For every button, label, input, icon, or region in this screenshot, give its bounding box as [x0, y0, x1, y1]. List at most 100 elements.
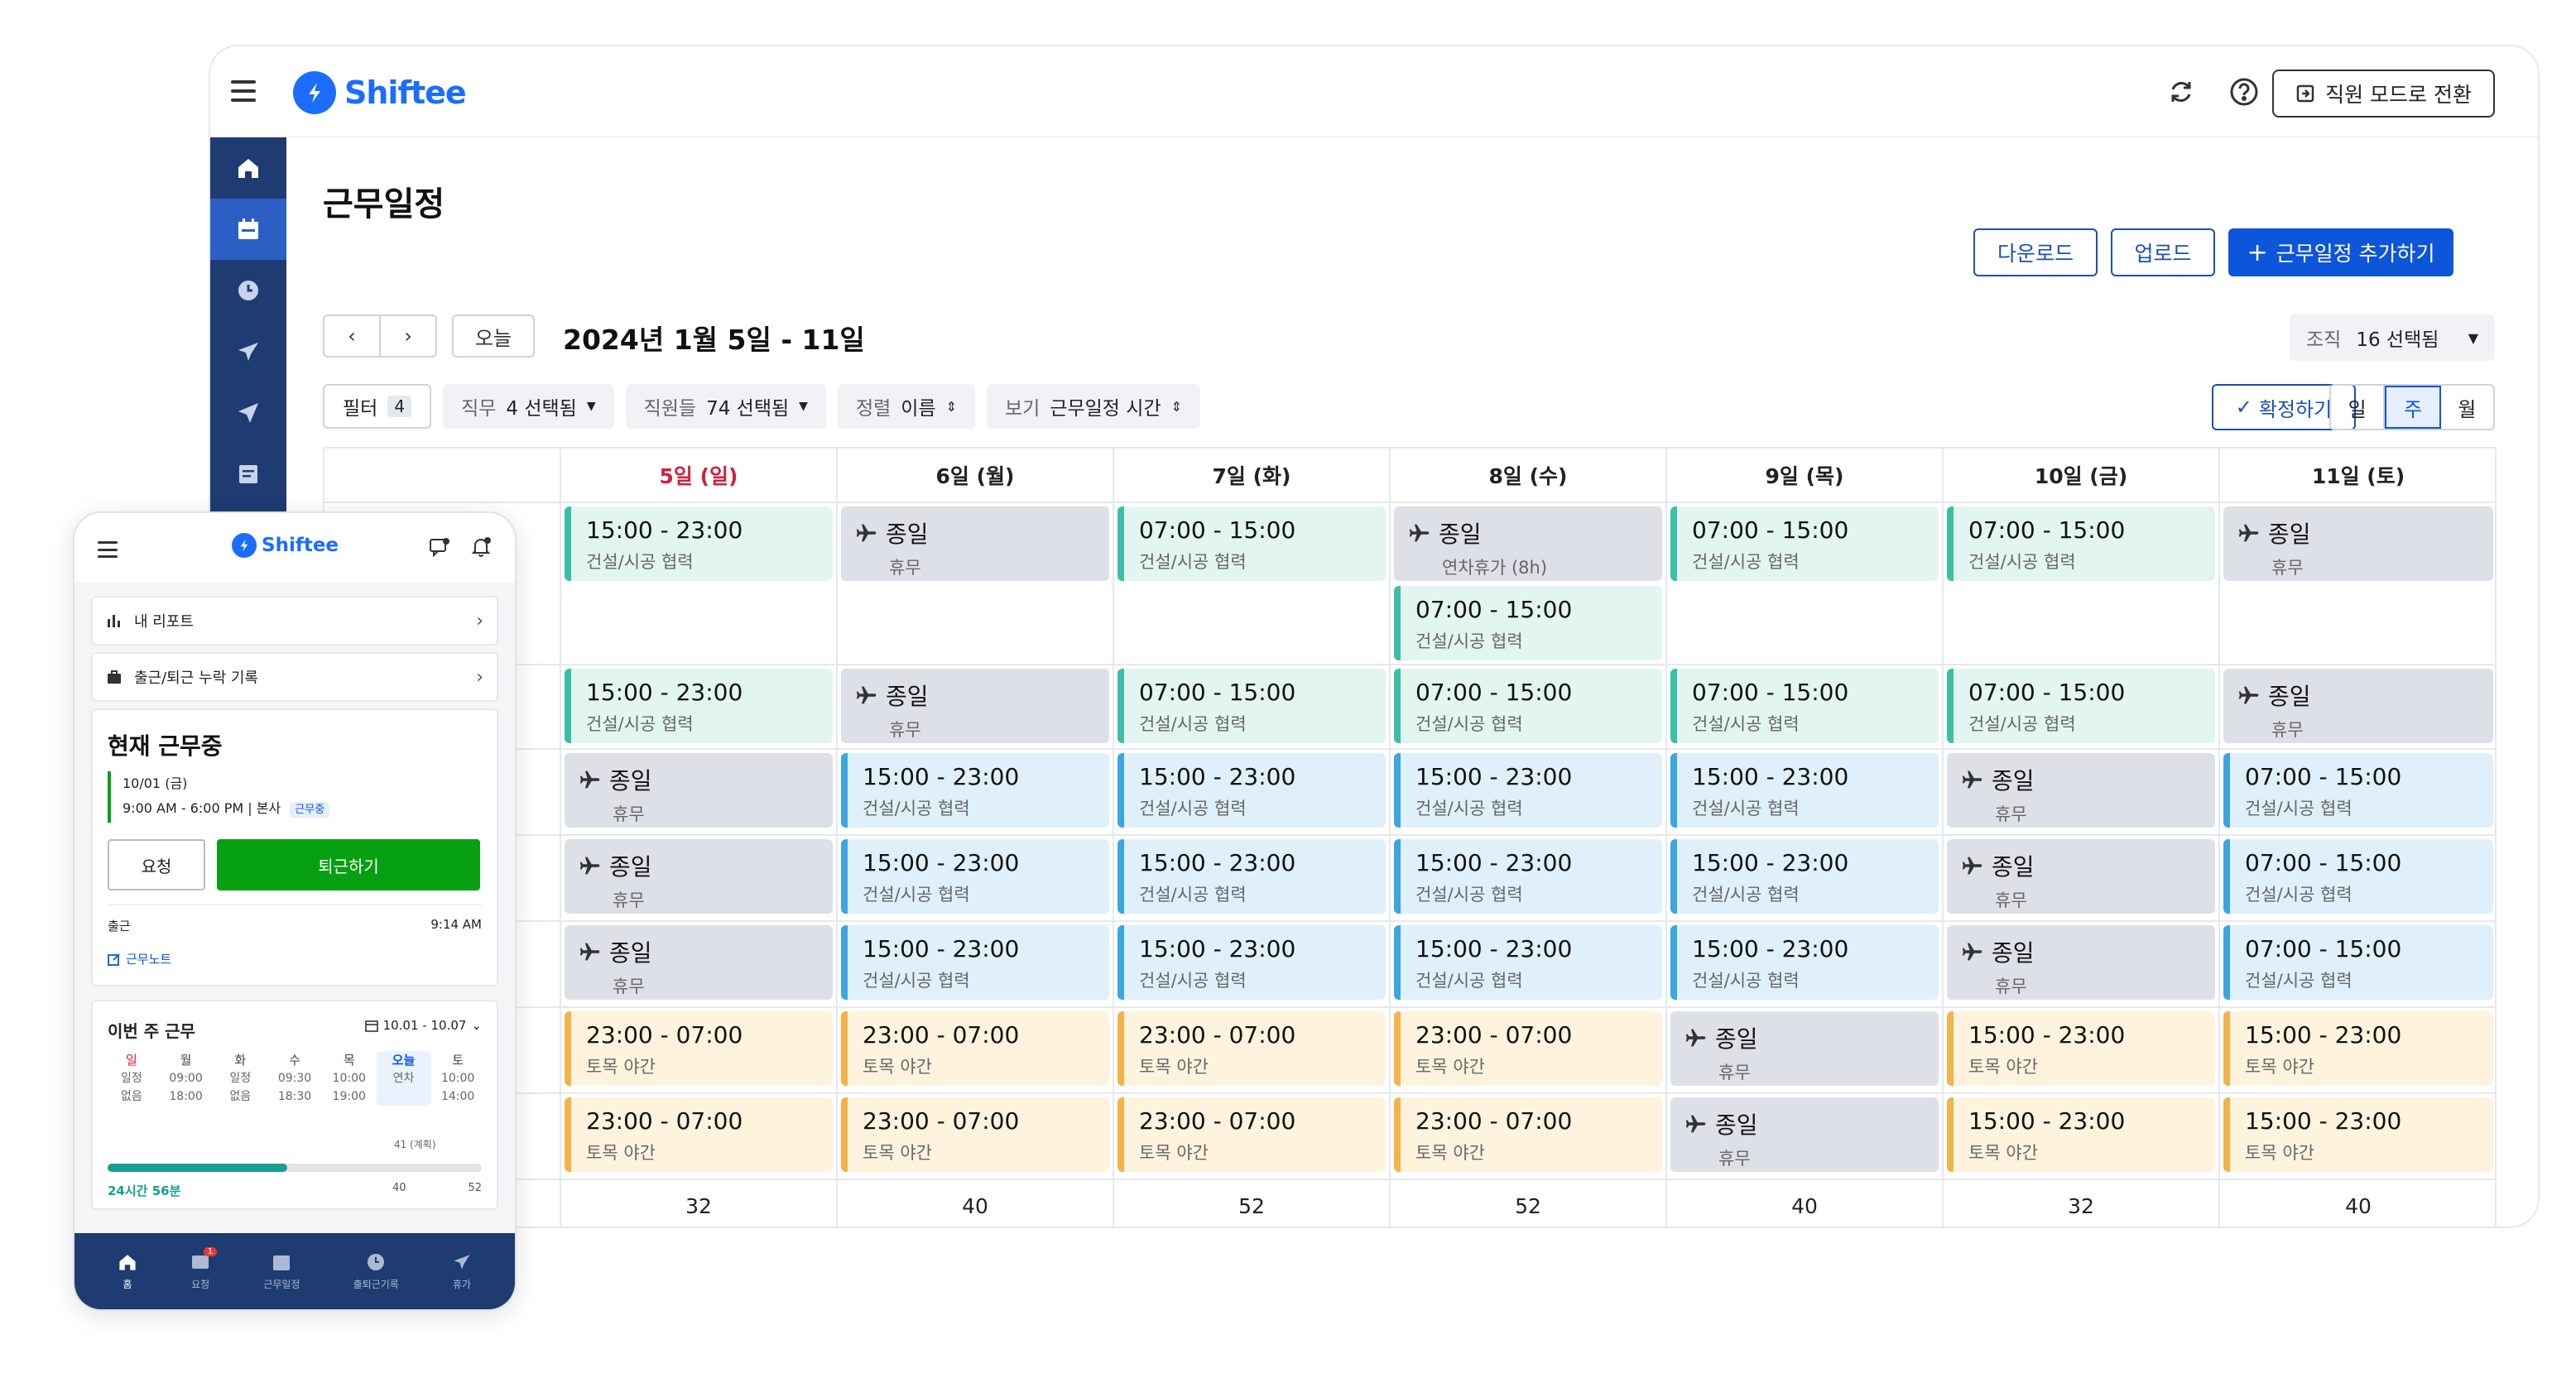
schedule-cell[interactable]: 종일 휴무: [838, 503, 1114, 664]
week-range-select[interactable]: 10.01 - 10.07 ⌄: [364, 1018, 482, 1033]
sidebar-item-requests[interactable]: [210, 382, 286, 444]
shift-block[interactable]: 07:00 - 15:00 건설/시공 협력: [1670, 506, 1939, 581]
shift-block[interactable]: 15:00 - 23:00 건설/시공 협력: [1117, 839, 1386, 914]
message-icon[interactable]: [429, 536, 450, 558]
schedule-cell[interactable]: 07:00 - 15:00 건설/시공 협력: [1114, 503, 1391, 664]
schedule-cell[interactable]: 종일 휴무: [2220, 665, 2497, 748]
shift-block[interactable]: 07:00 - 15:00 건설/시공 협력: [2223, 839, 2493, 914]
schedule-cell[interactable]: 07:00 - 15:00 건설/시공 협력: [1944, 665, 2220, 748]
schedule-cell[interactable]: 15:00 - 23:00 건설/시공 협력: [1667, 750, 1944, 834]
bell-icon[interactable]: [470, 536, 492, 558]
brand-logo[interactable]: Shiftee: [293, 71, 467, 114]
day-off-block[interactable]: 종일 휴무: [565, 925, 833, 1000]
shift-block[interactable]: 15:00 - 23:00 건설/시공 협력: [1117, 753, 1386, 828]
shift-block[interactable]: 15:00 - 23:00 건설/시공 협력: [1670, 925, 1939, 1000]
schedule-cell[interactable]: 15:00 - 23:00 토목 야간: [2220, 1008, 2497, 1092]
sidebar-item-leave[interactable]: [210, 321, 286, 382]
schedule-cell[interactable]: 15:00 - 23:00 건설/시공 협력: [1114, 922, 1391, 1006]
schedule-cell[interactable]: 23:00 - 07:00 토목 야간: [1114, 1008, 1391, 1092]
schedule-cell[interactable]: 07:00 - 15:00 건설/시공 협력: [2220, 922, 2497, 1006]
week-day[interactable]: 일 일정 없음: [104, 1051, 159, 1106]
schedule-cell[interactable]: 종일 휴무: [561, 836, 838, 920]
shift-block[interactable]: 15:00 - 23:00 건설/시공 협력: [1117, 925, 1386, 1000]
week-day[interactable]: 목 10:00 19:00: [322, 1051, 377, 1106]
schedule-cell[interactable]: 종일 휴무: [561, 922, 838, 1006]
schedule-cell[interactable]: 23:00 - 07:00 토목 야간: [1391, 1008, 1667, 1092]
shift-block[interactable]: 15:00 - 23:00 건설/시공 협력: [565, 506, 833, 581]
shift-block[interactable]: 23:00 - 07:00 토목 야간: [565, 1011, 833, 1086]
schedule-cell[interactable]: 종일 휴무: [561, 750, 838, 834]
schedule-cell[interactable]: 07:00 - 15:00 건설/시공 협력: [1391, 665, 1667, 748]
schedule-cell[interactable]: 07:00 - 15:00 건설/시공 협력: [2220, 750, 2497, 834]
day-off-block[interactable]: 종일 연차휴가 (8h): [1394, 506, 1662, 581]
request-button[interactable]: 요청: [108, 839, 205, 891]
schedule-cell[interactable]: 15:00 - 23:00 건설/시공 협력: [1667, 836, 1944, 920]
shift-block[interactable]: 23:00 - 07:00 토목 야간: [565, 1097, 833, 1172]
shift-block[interactable]: 07:00 - 15:00 건설/시공 협력: [2223, 925, 2493, 1000]
switch-to-employee-mode-button[interactable]: 직원 모드로 전환: [2272, 70, 2495, 118]
week-day[interactable]: 토 10:00 14:00: [430, 1051, 485, 1106]
tab-leave[interactable]: 휴가: [452, 1252, 472, 1291]
next-week-button[interactable]: ›: [379, 314, 437, 358]
day-off-block[interactable]: 종일 휴무: [841, 506, 1109, 581]
schedule-cell[interactable]: 23:00 - 07:00 토목 야간: [838, 1008, 1114, 1092]
sort-select[interactable]: 정렬 이름 ⇕: [837, 384, 975, 429]
shift-block[interactable]: 23:00 - 07:00 토목 야간: [1394, 1011, 1662, 1086]
schedule-cell[interactable]: 07:00 - 15:00 건설/시공 협력: [2220, 836, 2497, 920]
schedule-cell[interactable]: 23:00 - 07:00 토목 야간: [561, 1008, 838, 1092]
sidebar-item-attendance[interactable]: [210, 260, 286, 321]
view-week-button[interactable]: 주: [2385, 386, 2441, 429]
shift-block[interactable]: 23:00 - 07:00 토목 야간: [1394, 1097, 1662, 1172]
schedule-cell[interactable]: 15:00 - 23:00 건설/시공 협력: [1391, 836, 1667, 920]
shift-block[interactable]: 15:00 - 23:00 건설/시공 협력: [1394, 753, 1662, 828]
schedule-cell[interactable]: 종일 휴무: [1944, 836, 2220, 920]
shift-block[interactable]: 07:00 - 15:00 건설/시공 협력: [1394, 586, 1662, 660]
mobile-hamburger-menu-icon[interactable]: [98, 541, 118, 558]
missing-log-link[interactable]: 출근/퇴근 누락 기록 ›: [91, 652, 498, 702]
week-day[interactable]: 월 09:00 18:00: [159, 1051, 214, 1106]
day-off-block[interactable]: 종일 휴무: [1947, 925, 2215, 1000]
schedule-cell[interactable]: 15:00 - 23:00 건설/시공 협력: [1391, 922, 1667, 1006]
shift-block[interactable]: 23:00 - 07:00 토목 야간: [841, 1011, 1109, 1086]
shift-block[interactable]: 15:00 - 23:00 건설/시공 협력: [841, 839, 1109, 914]
today-button[interactable]: 오늘: [452, 314, 535, 358]
shift-block[interactable]: 23:00 - 07:00 토목 야간: [1117, 1011, 1386, 1086]
my-report-link[interactable]: 내 리포트 ›: [91, 596, 498, 646]
tab-home[interactable]: 홈: [118, 1252, 137, 1291]
schedule-cell[interactable]: 종일 연차휴가 (8h) 07:00 - 15:00 건설/시공 협력: [1391, 503, 1667, 664]
week-day[interactable]: 오늘 연차: [376, 1051, 431, 1106]
shift-block[interactable]: 07:00 - 15:00 건설/시공 협력: [1117, 506, 1386, 581]
schedule-cell[interactable]: 15:00 - 23:00 건설/시공 협력: [1391, 750, 1667, 834]
day-off-block[interactable]: 종일 휴무: [2223, 669, 2493, 743]
upload-button[interactable]: 업로드: [2111, 228, 2215, 276]
schedule-cell[interactable]: 15:00 - 23:00 건설/시공 협력: [1667, 922, 1944, 1006]
add-schedule-button[interactable]: + 근무일정 추가하기: [2228, 228, 2453, 276]
shift-block[interactable]: 15:00 - 23:00 토목 야간: [2223, 1011, 2493, 1086]
schedule-cell[interactable]: 15:00 - 23:00 건설/시공 협력: [838, 922, 1114, 1006]
schedule-cell[interactable]: 07:00 - 15:00 건설/시공 협력: [1667, 503, 1944, 664]
staff-filter[interactable]: 직원들 74 선택됨 ▼: [625, 384, 826, 429]
schedule-cell[interactable]: 23:00 - 07:00 토목 야간: [1391, 1094, 1667, 1179]
schedule-cell[interactable]: 15:00 - 23:00 토목 야간: [2220, 1094, 2497, 1179]
day-off-block[interactable]: 종일 휴무: [565, 753, 833, 828]
schedule-cell[interactable]: 15:00 - 23:00 건설/시공 협력: [1114, 750, 1391, 834]
shift-block[interactable]: 15:00 - 23:00 건설/시공 협력: [1670, 753, 1939, 828]
help-icon[interactable]: [2228, 76, 2260, 108]
tab-schedule[interactable]: 근무일정: [263, 1252, 300, 1291]
schedule-cell[interactable]: 23:00 - 07:00 토목 야간: [838, 1094, 1114, 1179]
shift-block[interactable]: 07:00 - 15:00 건설/시공 협력: [1117, 669, 1386, 743]
shift-block[interactable]: 15:00 - 23:00 건설/시공 협력: [1394, 839, 1662, 914]
clock-out-button[interactable]: 퇴근하기: [217, 839, 480, 891]
shift-block[interactable]: 07:00 - 15:00 건설/시공 협력: [1947, 669, 2215, 743]
sidebar-item-schedule[interactable]: [210, 199, 286, 260]
day-off-block[interactable]: 종일 휴무: [1670, 1011, 1939, 1086]
schedule-cell[interactable]: 07:00 - 15:00 건설/시공 협력: [1114, 665, 1391, 748]
schedule-cell[interactable]: 종일 휴무: [2220, 503, 2497, 664]
shift-block[interactable]: 23:00 - 07:00 토목 야간: [841, 1097, 1109, 1172]
shift-block[interactable]: 07:00 - 15:00 건설/시공 협력: [1670, 669, 1939, 743]
shift-block[interactable]: 15:00 - 23:00 건설/시공 협력: [1670, 839, 1939, 914]
shift-block[interactable]: 15:00 - 23:00 건설/시공 협력: [565, 669, 833, 743]
shift-block[interactable]: 15:00 - 23:00 토목 야간: [1947, 1097, 2215, 1172]
work-note-link[interactable]: 근무노트: [108, 950, 171, 967]
shift-block[interactable]: 07:00 - 15:00 건설/시공 협력: [1394, 669, 1662, 743]
